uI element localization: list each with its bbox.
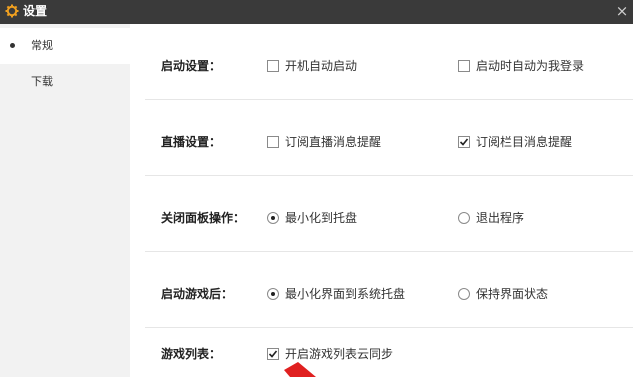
close-icon[interactable]: ×: [611, 0, 633, 24]
radio-icon[interactable]: [458, 288, 470, 300]
active-dot-icon: [10, 43, 15, 48]
sidebar-item-label: 常规: [31, 39, 53, 52]
sidebar-item-download[interactable]: 下载: [0, 64, 130, 100]
option-label: 开启游戏列表云同步: [285, 347, 394, 361]
option-label: 保持界面状态: [476, 287, 549, 301]
option-label: 退出程序: [476, 211, 525, 225]
radio-selected-icon[interactable]: [267, 288, 279, 300]
setting-label: 游戏列表：: [161, 347, 222, 361]
divider: [145, 175, 633, 176]
divider: [145, 251, 633, 252]
title-bar: 设置 ×: [0, 0, 633, 24]
checkmark-icon[interactable]: [458, 136, 470, 148]
radio-selected-icon[interactable]: [267, 212, 279, 224]
setting-label: 启动设置：: [161, 59, 222, 73]
setting-label: 关闭面板操作：: [161, 211, 246, 225]
sidebar-item-general[interactable]: 常规: [0, 28, 130, 64]
setting-label: 直播设置：: [161, 135, 222, 149]
annotation-arrow-icon: [284, 362, 316, 377]
option-label: 订阅栏目消息提醒: [476, 135, 573, 149]
setting-row-live: 直播设置： 订阅直播消息提醒 订阅栏目消息提醒: [130, 109, 633, 176]
setting-row-game-list: 游戏列表： 开启游戏列表云同步: [130, 321, 633, 388]
sidebar: 常规 下载: [0, 24, 130, 377]
divider: [145, 99, 633, 100]
option-label: 开机自动启动: [285, 59, 358, 73]
checkbox-icon[interactable]: [267, 60, 279, 72]
sidebar-item-label: 下载: [31, 75, 53, 88]
checkmark-icon[interactable]: [267, 348, 279, 360]
checkbox-icon[interactable]: [267, 136, 279, 148]
checkbox-icon[interactable]: [458, 60, 470, 72]
settings-panel: 启动设置： 开机自动启动 启动时自动为我登录 直播设置： 订阅直播消息提醒 订阅…: [130, 24, 633, 377]
option-label: 最小化到托盘: [285, 211, 358, 225]
option-label: 订阅直播消息提醒: [285, 135, 382, 149]
option-label: 启动时自动为我登录: [476, 59, 585, 73]
gear-icon: [5, 4, 19, 18]
setting-row-close-panel: 关闭面板操作： 最小化到托盘 退出程序: [130, 185, 633, 252]
setting-row-startup: 启动设置： 开机自动启动 启动时自动为我登录: [130, 33, 633, 100]
setting-row-after-game-launch: 启动游戏后： 最小化界面到系统托盘 保持界面状态: [130, 261, 633, 328]
setting-label: 启动游戏后：: [161, 287, 234, 301]
option-label: 最小化界面到系统托盘: [285, 287, 406, 301]
window-title: 设置: [23, 4, 48, 18]
radio-icon[interactable]: [458, 212, 470, 224]
